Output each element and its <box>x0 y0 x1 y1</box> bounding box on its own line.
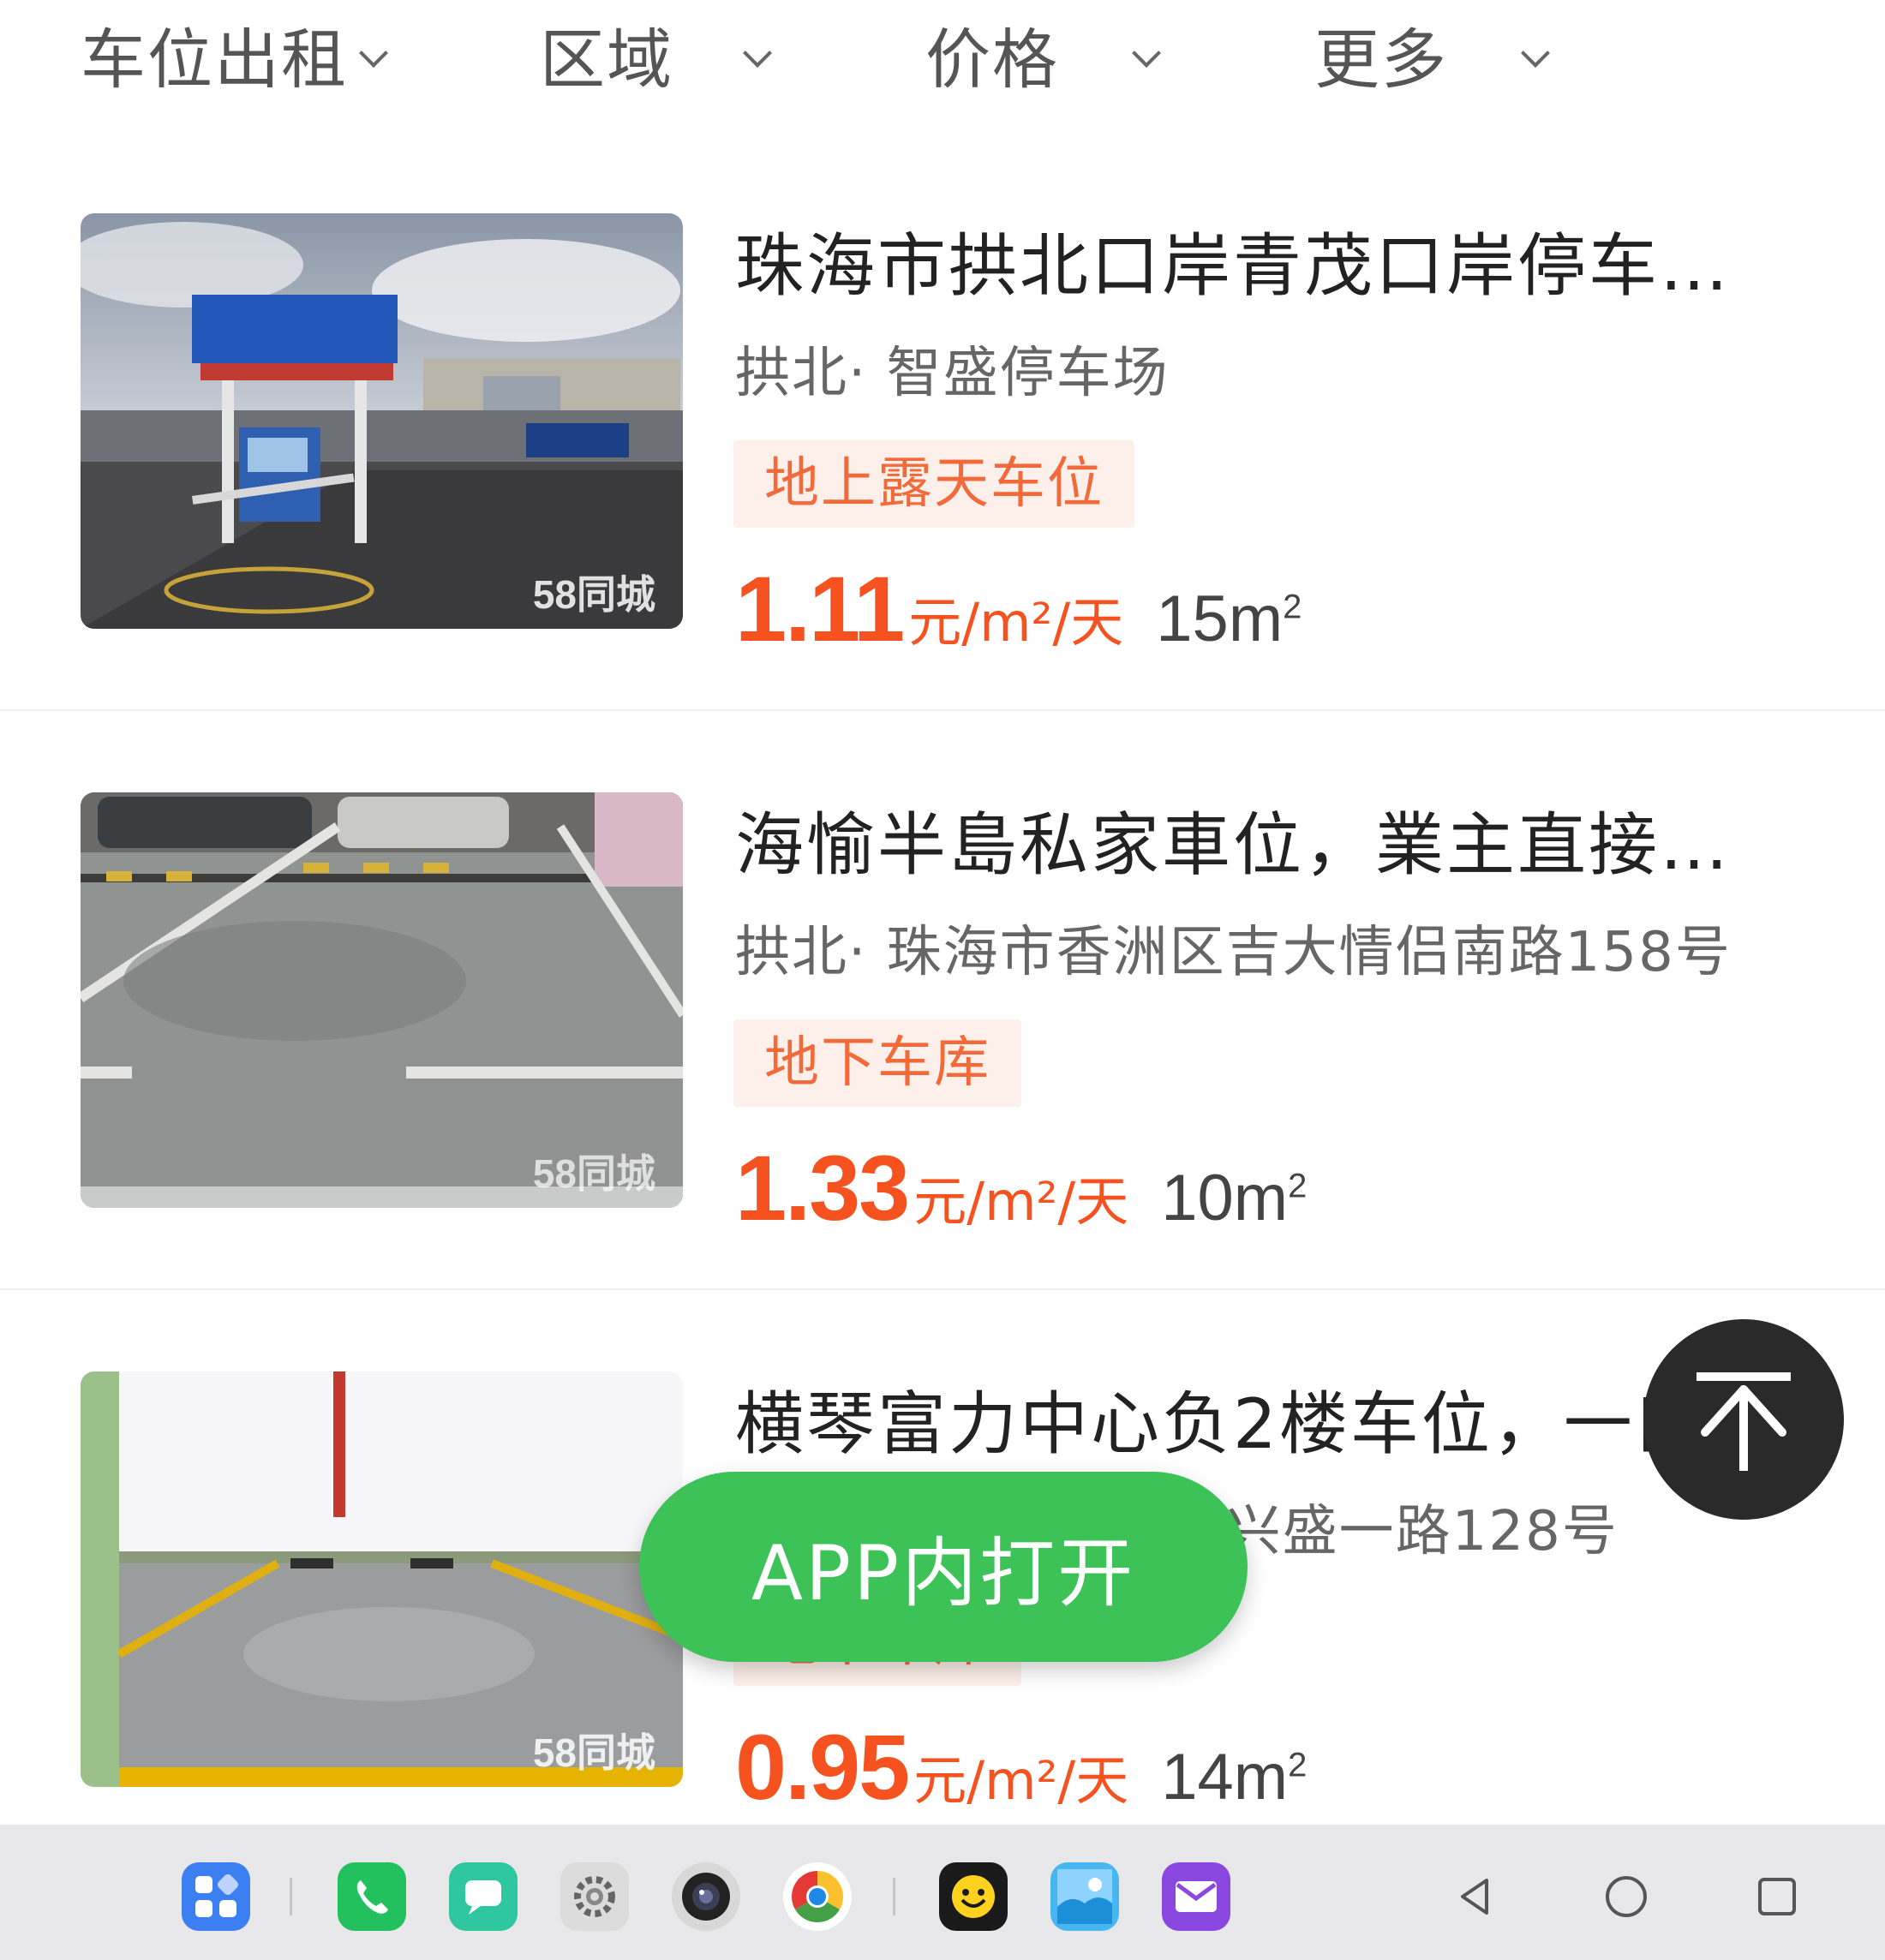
filter-rent-type-label: 车位出租 <box>81 21 348 98</box>
listing-thumbnail: 58同城 <box>81 213 683 629</box>
price-unit: 元/m²/天 <box>913 1170 1129 1233</box>
listing-area-value: 14m <box>1161 1741 1289 1814</box>
smiley-app-icon[interactable] <box>939 1862 1008 1931</box>
filter-bar: 车位出租 区域 价格 更多 <box>0 0 1885 120</box>
chevron-down-icon <box>1132 39 1161 68</box>
price-row: 1.33 元/m²/天 10m2 <box>735 1134 1307 1240</box>
area-superscript: 2 <box>1288 1167 1308 1205</box>
listing-tag: 地下车库 <box>733 1019 1021 1107</box>
home-circle-icon[interactable] <box>1592 1862 1661 1931</box>
listing-item[interactable]: 58同城 海愉半島私家車位，業主直接出租 拱北· 珠海市香洲区吉大情侣南路158… <box>0 711 1885 1290</box>
listing-location: 拱北· 珠海市香洲区吉大情侣南路158号 <box>735 921 1732 984</box>
listing-tag: 地上露天车位 <box>733 440 1134 528</box>
listing-title: 海愉半島私家車位，業主直接出租 <box>735 805 1789 885</box>
filter-price[interactable]: 价格 <box>925 7 1161 101</box>
listing-thumbnail: 58同城 <box>81 792 683 1208</box>
messages-icon[interactable] <box>449 1862 518 1931</box>
listing-thumbnail: 58同城 <box>81 1371 683 1787</box>
listing-area: 14m2 <box>1161 1740 1307 1814</box>
recents-square-icon[interactable] <box>1743 1862 1811 1931</box>
listing-area: 10m2 <box>1161 1161 1307 1235</box>
phone-icon[interactable] <box>338 1862 406 1931</box>
listing-title: 珠海市拱北口岸青茂口岸停车场车位出租 <box>735 226 1789 306</box>
listing-area-value: 15m <box>1156 583 1284 655</box>
filter-area[interactable]: 区域 <box>540 7 772 101</box>
price-row: 1.11 元/m²/天 15m2 <box>735 555 1302 660</box>
price-unit: 元/m²/天 <box>913 1749 1129 1812</box>
listing-price: 1.11 <box>735 557 905 660</box>
listing-title: 横琴富力中心负2楼车位，一口价出租 <box>735 1384 1789 1464</box>
settings-icon[interactable] <box>560 1862 629 1931</box>
thumbnail-watermark: 58同城 <box>532 1151 655 1196</box>
price-unit: 元/m²/天 <box>908 591 1124 654</box>
area-superscript: 2 <box>1288 1746 1308 1784</box>
price-row: 0.95 元/m²/天 14m2 <box>735 1713 1307 1819</box>
back-to-top-button[interactable] <box>1643 1319 1844 1520</box>
listing-item[interactable]: 58同城 珠海市拱北口岸青茂口岸停车场车位出租 拱北· 智盛停车场 地上露天车位… <box>0 132 1885 711</box>
back-triangle-icon[interactable] <box>1441 1862 1510 1931</box>
listing-area: 15m2 <box>1156 582 1302 656</box>
listing-price: 0.95 <box>735 1715 910 1819</box>
weather-icon[interactable] <box>1050 1862 1119 1931</box>
chevron-down-icon <box>359 39 388 68</box>
listing-area-value: 10m <box>1161 1162 1289 1234</box>
camera-icon[interactable] <box>672 1862 740 1931</box>
listing-price: 1.33 <box>735 1136 910 1240</box>
thumbnail-watermark: 58同城 <box>532 572 655 617</box>
email-icon[interactable] <box>1162 1862 1230 1931</box>
chrome-icon[interactable] <box>783 1862 852 1931</box>
area-superscript: 2 <box>1283 588 1302 626</box>
thumbnail-watermark: 58同城 <box>532 1730 655 1775</box>
chevron-down-icon <box>743 39 772 68</box>
arrow-up-bar-icon <box>1696 1372 1791 1471</box>
filter-more-label: 更多 <box>1314 21 1448 98</box>
filter-area-label: 区域 <box>540 21 673 98</box>
filter-rent-type[interactable]: 车位出租 <box>81 7 388 101</box>
dock-separator <box>893 1878 895 1915</box>
dock-separator <box>290 1878 292 1915</box>
open-in-app-button[interactable]: APP内打开 <box>639 1472 1248 1662</box>
system-dock <box>0 1825 1885 1960</box>
filter-more[interactable]: 更多 <box>1314 7 1550 101</box>
listing-location: 拱北· 智盛停车场 <box>735 342 1170 405</box>
open-in-app-label: APP内打开 <box>751 1528 1136 1617</box>
chevron-down-icon <box>1521 39 1550 68</box>
filter-price-label: 价格 <box>925 21 1059 98</box>
app-drawer-icon[interactable] <box>182 1862 250 1931</box>
